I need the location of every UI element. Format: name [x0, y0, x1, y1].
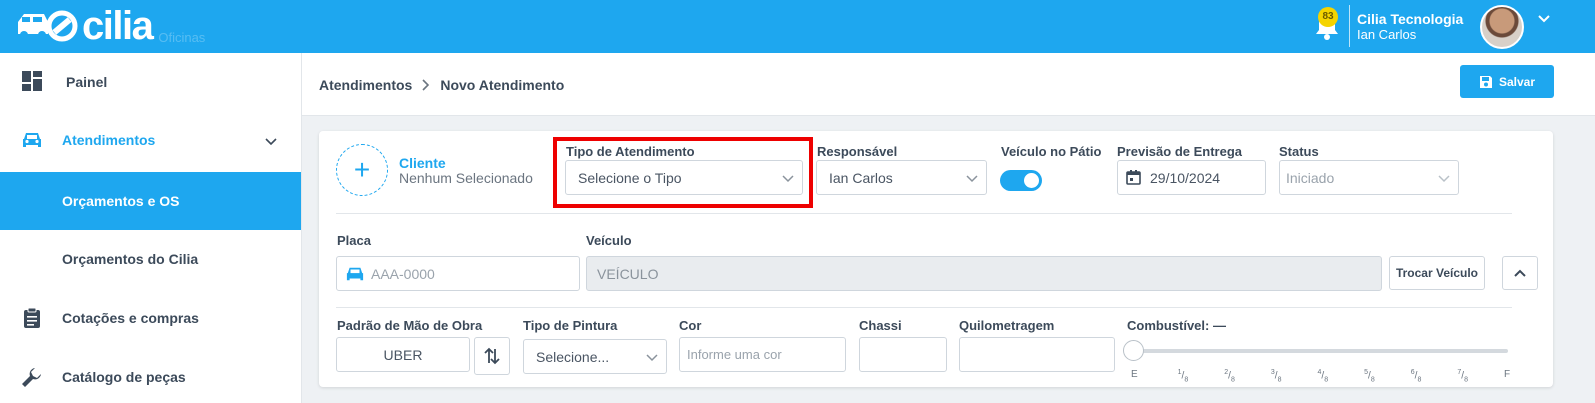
topbar-divider: [1349, 5, 1350, 47]
combustivel-slider-track[interactable]: [1133, 349, 1508, 353]
swap-button[interactable]: [474, 337, 510, 375]
fuel-tick: F: [1504, 369, 1511, 380]
car-icon: [346, 267, 364, 281]
fuel-tick: 6/8: [1410, 369, 1422, 384]
floppy-icon: [1479, 75, 1492, 88]
placa-placeholder: AAA-0000: [371, 265, 435, 282]
fuel-tick: 5/8: [1364, 369, 1375, 384]
sidebar-item-label: Orçamentos e OS: [62, 193, 180, 209]
sidebar-item-catalogo[interactable]: Catálogo de peças: [0, 348, 301, 403]
client-status: Nenhum Selecionado: [399, 170, 533, 186]
trocar-veiculo-button[interactable]: Trocar Veículo: [1389, 256, 1485, 290]
logo[interactable]: cilia Oficinas: [16, 6, 205, 46]
chassi-label: Chassi: [859, 318, 902, 333]
client-title[interactable]: Cliente: [399, 155, 446, 171]
fuel-tick: 1/8: [1177, 369, 1189, 384]
veiculo-field: VEÍCULO: [586, 256, 1382, 291]
responsavel-label: Responsável: [817, 144, 898, 159]
wrench-icon: [22, 368, 41, 387]
veiculo-patio-label: Veículo no Pátio: [1001, 144, 1102, 159]
previsao-entrega-label: Previsão de Entrega: [1117, 144, 1242, 159]
padrao-mao-obra-value: UBER: [383, 346, 423, 363]
save-button[interactable]: Salvar: [1460, 65, 1554, 98]
status-value: Iniciado: [1286, 169, 1335, 186]
responsavel-value: Ian Carlos: [829, 169, 893, 186]
breadcrumb-atendimentos[interactable]: Atendimentos: [319, 77, 412, 93]
chevron-down-icon: [1438, 175, 1450, 183]
tipo-pintura-select[interactable]: Selecione...: [523, 339, 667, 374]
notification-badge: 83: [1318, 7, 1338, 27]
add-client-button[interactable]: +: [336, 144, 388, 196]
combustivel-label: Combustível: —: [1127, 318, 1226, 333]
sidebar-item-label: Orçamentos do Cilia: [62, 251, 199, 267]
fuel-tick: 7/8: [1457, 369, 1468, 384]
user-company: Cilia Tecnologia: [1357, 11, 1464, 27]
trocar-veiculo-label: Trocar Veículo: [1395, 266, 1479, 280]
page-header: Atendimentos Novo Atendimento Salvar: [302, 53, 1595, 116]
previsao-entrega-input[interactable]: 29/10/2024: [1117, 160, 1266, 195]
sidebar-item-label: Catálogo de peças: [62, 369, 186, 385]
fuel-tick: 2/8: [1224, 369, 1235, 384]
chevron-right-icon: [422, 79, 430, 91]
chevron-down-icon[interactable]: [1537, 12, 1551, 26]
logo-text: cilia: [82, 4, 154, 48]
sidebar-item-orcamentos-os[interactable]: Orçamentos e OS: [0, 172, 301, 230]
highlight-box: [553, 137, 813, 208]
sidebar-item-painel[interactable]: Painel: [0, 53, 301, 111]
divider: [336, 213, 1512, 214]
save-label: Salvar: [1498, 74, 1536, 89]
swap-vertical-icon: [484, 347, 500, 365]
sidebar-item-label: Atendimentos: [62, 132, 156, 148]
placa-label: Placa: [337, 233, 371, 248]
padrao-mao-obra-field[interactable]: UBER: [336, 337, 470, 372]
previsao-entrega-value: 29/10/2024: [1150, 169, 1221, 186]
tipo-pintura-label: Tipo de Pintura: [523, 318, 618, 333]
placa-input[interactable]: AAA-0000: [336, 256, 580, 291]
sidebar-item-cotacoes[interactable]: Cotações e compras: [0, 289, 301, 347]
sidebar-item-atendimentos[interactable]: Atendimentos: [0, 111, 301, 169]
fuel-tick: 3/8: [1270, 369, 1282, 384]
chevron-down-icon: [265, 138, 277, 146]
veiculo-patio-toggle[interactable]: [1000, 170, 1042, 191]
cor-input[interactable]: Informe uma cor: [679, 337, 846, 372]
avatar[interactable]: [1480, 5, 1524, 49]
plus-icon: +: [353, 154, 371, 185]
user-name: Ian Carlos: [1357, 27, 1417, 42]
sidebar: Painel Atendimentos Orçamentos e OS Orça…: [0, 53, 302, 403]
veiculo-value: VEÍCULO: [597, 265, 659, 282]
chevron-down-icon: [966, 175, 978, 183]
cor-label: Cor: [679, 318, 702, 333]
logo-subtitle: Oficinas: [158, 29, 206, 45]
top-bar: cilia Oficinas 83 Cilia Tecnologia Ian C…: [0, 0, 1595, 53]
sidebar-item-label: Painel: [66, 74, 108, 90]
combustivel-slider-thumb[interactable]: [1123, 340, 1144, 361]
tipo-pintura-value: Selecione...: [536, 348, 610, 365]
status-select: Iniciado: [1279, 160, 1459, 195]
cor-placeholder: Informe uma cor: [687, 347, 782, 362]
sidebar-item-label: Cotações e compras: [62, 310, 199, 326]
collapse-button[interactable]: [1502, 256, 1538, 290]
fuel-tick: E: [1131, 369, 1138, 380]
quilometragem-input[interactable]: [959, 337, 1115, 372]
chevron-down-icon: [646, 354, 658, 362]
sidebar-item-orcamentos-cilia[interactable]: Orçamentos do Cilia: [0, 230, 301, 288]
divider: [336, 307, 1512, 308]
clipboard-icon: [24, 307, 40, 328]
chassi-input[interactable]: [859, 337, 947, 372]
chevron-up-icon: [1514, 269, 1526, 277]
breadcrumb-current: Novo Atendimento: [440, 77, 565, 93]
car-icon: [23, 133, 41, 147]
padrao-mao-obra-label: Padrão de Mão de Obra: [337, 318, 483, 333]
calendar-icon: [1126, 170, 1141, 185]
dashboard-icon: [22, 71, 42, 91]
car-wrench-logo-icon: [18, 10, 78, 42]
breadcrumb: Atendimentos Novo Atendimento: [319, 77, 564, 93]
status-label: Status: [1279, 144, 1319, 159]
responsavel-select[interactable]: Ian Carlos: [816, 160, 987, 195]
veiculo-label: Veículo: [586, 233, 632, 248]
quilometragem-label: Quilometragem: [959, 318, 1055, 333]
fuel-tick: 4/8: [1317, 369, 1329, 384]
